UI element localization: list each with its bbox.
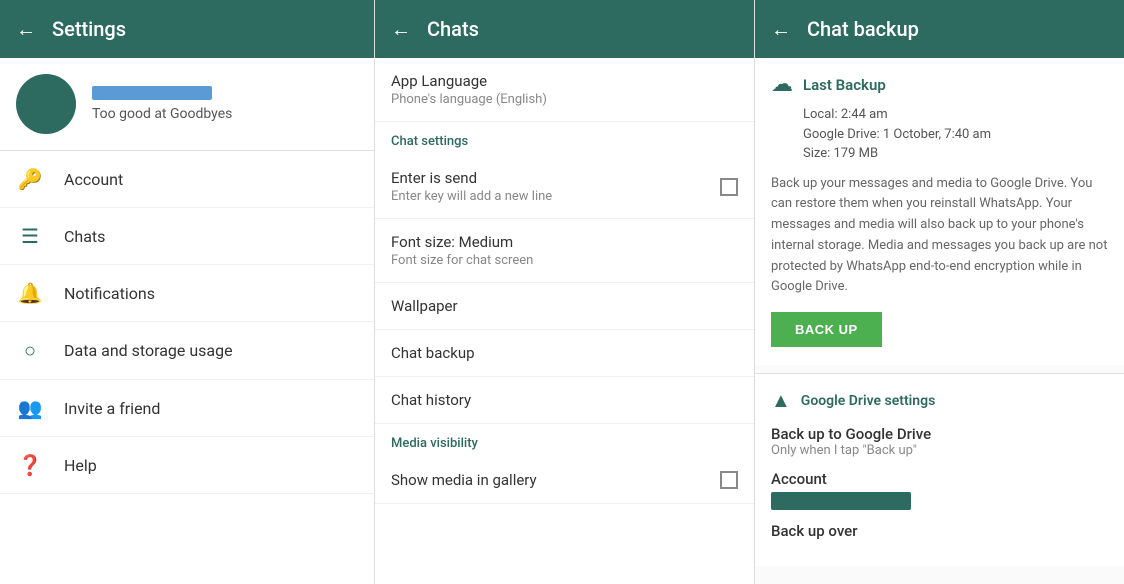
- account-item[interactable]: Account: [771, 470, 1108, 510]
- show-media-title: Show media in gallery: [391, 471, 537, 489]
- wallpaper-item[interactable]: Wallpaper: [375, 283, 754, 330]
- cloud-icon: ▲: [771, 388, 791, 413]
- show-media-checkbox[interactable]: [720, 471, 738, 489]
- chats-back-arrow[interactable]: ←: [391, 17, 411, 42]
- font-size-title: Font size: Medium: [391, 233, 738, 251]
- profile-section[interactable]: Too good at Goodbyes: [0, 58, 374, 151]
- gdrive-section-header: ▲ Google Drive settings: [771, 388, 1108, 413]
- sidebar-item-label: Help: [64, 456, 97, 475]
- backup-size: Size: 179 MB: [803, 144, 1108, 164]
- backup-description: Back up your messages and media to Googl…: [771, 174, 1108, 299]
- sidebar-item-data-storage[interactable]: ○ Data and storage usage: [0, 322, 374, 380]
- font-size-item[interactable]: Font size: Medium Font size for chat scr…: [375, 219, 754, 283]
- profile-info: Too good at Goodbyes: [92, 86, 232, 122]
- settings-header: ← Settings: [0, 0, 374, 58]
- chats-panel: ← Chats App Language Phone's language (E…: [375, 0, 755, 584]
- chats-content: App Language Phone's language (English) …: [375, 58, 754, 584]
- cloud-upload-icon: ☁: [771, 72, 793, 97]
- avatar: [16, 74, 76, 134]
- sidebar-item-label: Account: [64, 170, 123, 189]
- backup-to-drive-title: Back up to Google Drive: [771, 425, 1108, 443]
- bell-icon: 🔔: [16, 281, 44, 305]
- chat-backup-item[interactable]: Chat backup: [375, 330, 754, 377]
- app-language-item[interactable]: App Language Phone's language (English): [375, 58, 754, 122]
- app-language-subtitle: Phone's language (English): [391, 92, 738, 107]
- gdrive-settings-section: ▲ Google Drive settings Back up to Googl…: [755, 374, 1124, 566]
- chats-header: ← Chats: [375, 0, 754, 58]
- sidebar-item-invite[interactable]: 👥 Invite a friend: [0, 380, 374, 437]
- last-backup-header: ☁ Last Backup: [771, 72, 1108, 97]
- sidebar-item-label: Notifications: [64, 284, 155, 303]
- settings-list: 🔑 Account ☰ Chats 🔔 Notifications ○ Data…: [0, 151, 374, 494]
- last-backup-info: Local: 2:44 am Google Drive: 1 October, …: [803, 105, 1108, 164]
- chat-backup-title: Chat backup: [391, 344, 738, 362]
- enter-is-send-item[interactable]: Enter is send Enter key will add a new l…: [375, 155, 754, 219]
- chat-history-title: Chat history: [391, 391, 738, 409]
- gdrive-backup-time: Google Drive: 1 October, 7:40 am: [803, 125, 1108, 145]
- chat-settings-label: Chat settings: [375, 122, 754, 155]
- last-backup-title: Last Backup: [803, 76, 886, 94]
- chats-icon: ☰: [16, 224, 44, 248]
- local-backup-time: Local: 2:44 am: [803, 105, 1108, 125]
- chat-history-item[interactable]: Chat history: [375, 377, 754, 424]
- chat-backup-panel: ← Chat backup ☁ Last Backup Local: 2:44 …: [755, 0, 1124, 584]
- sidebar-item-label: Data and storage usage: [64, 341, 233, 360]
- backup-over-item[interactable]: Back up over: [771, 522, 1108, 540]
- sidebar-item-help[interactable]: ❓ Help: [0, 437, 374, 494]
- enter-is-send-checkbox[interactable]: [720, 178, 738, 196]
- sidebar-item-chats[interactable]: ☰ Chats: [0, 208, 374, 265]
- account-bar: [771, 492, 911, 510]
- wallpaper-title: Wallpaper: [391, 297, 738, 315]
- backup-header: ← Chat backup: [755, 0, 1124, 58]
- data-icon: ○: [16, 338, 44, 363]
- settings-title: Settings: [52, 17, 126, 41]
- enter-is-send-subtitle: Enter key will add a new line: [391, 189, 552, 204]
- sidebar-item-account[interactable]: 🔑 Account: [0, 151, 374, 208]
- backup-over-title: Back up over: [771, 522, 1108, 540]
- gdrive-section-title: Google Drive settings: [801, 393, 936, 409]
- backup-back-arrow[interactable]: ←: [771, 17, 791, 42]
- profile-status: Too good at Goodbyes: [92, 106, 232, 122]
- sidebar-item-label: Chats: [64, 227, 105, 246]
- backup-title: Chat backup: [807, 17, 919, 41]
- enter-is-send-title: Enter is send: [391, 169, 552, 187]
- help-icon: ❓: [16, 453, 44, 477]
- last-backup-section: ☁ Last Backup Local: 2:44 am Google Driv…: [755, 58, 1124, 365]
- backup-to-drive-item[interactable]: Back up to Google Drive Only when I tap …: [771, 425, 1108, 458]
- sidebar-item-notifications[interactable]: 🔔 Notifications: [0, 265, 374, 322]
- media-visibility-label: Media visibility: [375, 424, 754, 457]
- account-title: Account: [771, 470, 1108, 488]
- profile-name-bar: [92, 86, 212, 100]
- chats-title: Chats: [427, 17, 479, 41]
- show-media-item[interactable]: Show media in gallery: [375, 457, 754, 504]
- sidebar-item-label: Invite a friend: [64, 399, 160, 418]
- settings-back-arrow[interactable]: ←: [16, 17, 36, 42]
- settings-panel: ← Settings Too good at Goodbyes 🔑 Accoun…: [0, 0, 375, 584]
- enter-is-send-text: Enter is send Enter key will add a new l…: [391, 169, 552, 204]
- back-up-button[interactable]: BACK UP: [771, 312, 882, 347]
- backup-content: ☁ Last Backup Local: 2:44 am Google Driv…: [755, 58, 1124, 584]
- app-language-title: App Language: [391, 72, 738, 90]
- font-size-subtitle: Font size for chat screen: [391, 253, 738, 268]
- key-icon: 🔑: [16, 167, 44, 191]
- backup-to-drive-subtitle: Only when I tap "Back up": [771, 443, 1108, 458]
- people-icon: 👥: [16, 396, 44, 420]
